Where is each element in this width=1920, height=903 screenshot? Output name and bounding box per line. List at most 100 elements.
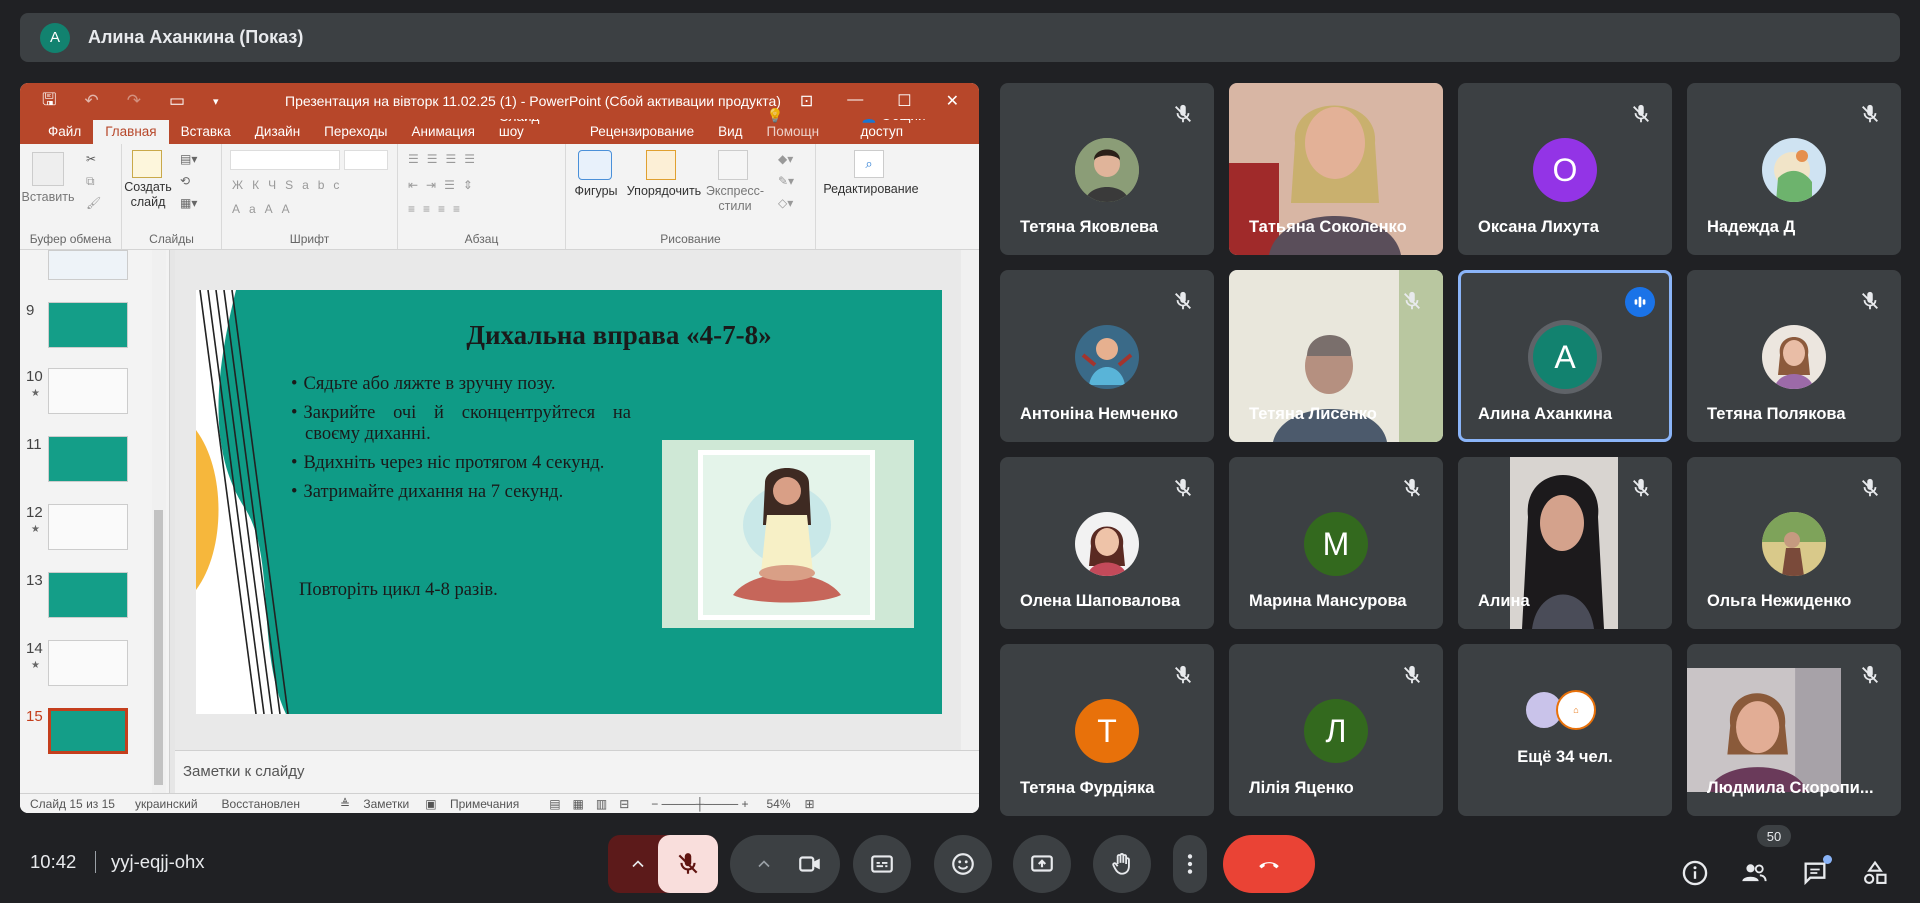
- emoji-icon: [952, 853, 974, 875]
- close-icon: ✕: [945, 93, 959, 110]
- cut-icon: ✂: [86, 152, 97, 166]
- participant-name: Лілія Яценко: [1249, 779, 1354, 797]
- participant-tile[interactable]: О Оксана Лихута: [1458, 83, 1672, 255]
- meeting-controls-bar: 10:42 yyj-eqjj-ohx 50: [0, 813, 1920, 903]
- mic-off-icon: [1175, 665, 1191, 684]
- participant-tile[interactable]: Тетяна Лисенко: [1229, 270, 1443, 442]
- slide-bullet: Сядьте або ляжте в зручну позу.: [291, 374, 631, 395]
- thumbnail-number: 11: [26, 436, 42, 453]
- font-color-icons: AaAA: [232, 202, 299, 216]
- participant-name: Ольга Нежиденко: [1707, 592, 1852, 610]
- reactions-button[interactable]: [934, 835, 992, 893]
- layout-icon: ▤▾: [180, 152, 198, 166]
- microphone-toggle-button[interactable]: [658, 835, 718, 893]
- font-format-icons: ЖКЧSabc: [232, 178, 349, 192]
- participant-avatar: О: [1533, 138, 1597, 202]
- animation-star-icon: ★: [31, 388, 40, 399]
- participant-name: Оксана Лихута: [1478, 218, 1599, 236]
- end-call-icon: [1259, 862, 1279, 869]
- quick-styles-button: Экспресс-: [705, 184, 765, 198]
- participant-name: Тетяна Яковлева: [1020, 218, 1159, 236]
- camera-toggle-button[interactable]: [780, 835, 840, 893]
- participant-tile[interactable]: Алина: [1458, 457, 1672, 629]
- mic-off-icon: [1175, 104, 1191, 123]
- presenter-banner: А Алина Аханкина (Показ): [20, 13, 1900, 62]
- thumbnail-number: 9: [26, 302, 35, 319]
- activities-icon[interactable]: [1861, 859, 1889, 887]
- menu-help: 💡 Помощн: [766, 108, 820, 139]
- slide-thumbnail: [48, 640, 128, 686]
- participant-tile[interactable]: Антоніна Немченко: [1000, 270, 1214, 442]
- meeting-clock: 10:42: [30, 851, 77, 872]
- hand-icon: [1112, 853, 1130, 875]
- editing-button: Редактирование: [823, 182, 919, 196]
- participant-avatar: [1075, 512, 1139, 576]
- participant-avatar: [1762, 325, 1826, 389]
- meeting-info-icon[interactable]: [1681, 859, 1709, 887]
- slide-bullet: Вдихніть через ніс протягом 4 секунд.: [291, 453, 631, 474]
- participant-avatar: Л: [1304, 699, 1368, 763]
- menu-review: Рецензирование: [589, 124, 695, 139]
- participant-tile[interactable]: М Марина Мансурова: [1229, 457, 1443, 629]
- status-notes: ≜ Заметки: [339, 796, 410, 811]
- paste-button: Вставить: [21, 190, 75, 204]
- participant-tile-active-speaker[interactable]: А Алина Аханкина: [1458, 270, 1672, 442]
- participant-name: Марина Мансурова: [1249, 592, 1407, 610]
- participant-name: Надежда Д: [1707, 218, 1796, 236]
- present-screen-button[interactable]: [1013, 835, 1071, 893]
- participant-name: Тетяна Полякова: [1707, 405, 1846, 423]
- chevron-up-icon: [758, 860, 770, 868]
- more-participants-tile[interactable]: ⌂ Ещё 34 чел.: [1458, 644, 1672, 816]
- current-slide: Дихальна вправа «4-7-8» Сядьте або ляжте…: [196, 290, 942, 714]
- participant-tile[interactable]: Тетяна Полякова: [1687, 270, 1901, 442]
- slide-thumbnail: [48, 250, 128, 280]
- copy-icon: ⧉: [86, 174, 95, 188]
- shape-outline-icon: ✎▾: [778, 174, 795, 188]
- mic-off-icon: [1404, 665, 1420, 684]
- save-icon: 🖫: [42, 89, 57, 109]
- slide-thumbnail: [48, 504, 128, 550]
- ppt-menu-bar: Файл Главная Вставка Дизайн Переходы Ани…: [20, 108, 979, 144]
- mic-off-icon: [678, 853, 698, 874]
- thumbnail-number: 15: [26, 708, 43, 725]
- mic-off-icon: [1862, 104, 1878, 123]
- slide-bullet-list: Сядьте або ляжте в зручну позу. Закрийте…: [291, 374, 631, 511]
- participant-tile[interactable]: Людмила Скоропи...: [1687, 644, 1901, 816]
- slide-thumbnail-selected: [48, 708, 128, 754]
- participant-tile[interactable]: Ольга Нежиденко: [1687, 457, 1901, 629]
- participant-tile[interactable]: Олена Шаповалова: [1000, 457, 1214, 629]
- participant-avatar: [1762, 138, 1826, 202]
- redo-icon: ↷: [126, 91, 141, 110]
- slide-footer-text: Повторіть цикл 4-8 разів.: [299, 580, 498, 600]
- shapes-button: Фигуры: [574, 184, 618, 198]
- slide-bullet: Затримайте дихання на 7 секунд.: [291, 482, 631, 503]
- raise-hand-button[interactable]: [1093, 835, 1151, 893]
- participant-tile[interactable]: Л Лілія Яценко: [1229, 644, 1443, 816]
- slide-title: Дихальна вправа «4-7-8»: [466, 320, 772, 350]
- shape-effects-icon: ◇▾: [778, 196, 794, 210]
- format-painter-icon: 🖌: [86, 196, 102, 210]
- quick-access-dropdown-icon: ▾: [213, 95, 219, 108]
- participant-tile[interactable]: Татьяна Соколенко: [1229, 83, 1443, 255]
- status-zoom: 54%: [766, 796, 791, 811]
- mic-off-icon: [1404, 291, 1420, 310]
- participant-avatar: [1075, 138, 1139, 202]
- mic-off-icon: [1175, 291, 1191, 310]
- slide-thumbnail: [48, 302, 128, 348]
- captions-button[interactable]: [853, 835, 911, 893]
- quick-styles-icon: [718, 150, 748, 180]
- more-options-button[interactable]: [1173, 835, 1207, 893]
- participant-tile[interactable]: Т Тетяна Фурдіяка: [1000, 644, 1214, 816]
- participant-tile[interactable]: Надежда Д: [1687, 83, 1901, 255]
- participant-tile[interactable]: Тетяна Яковлева: [1000, 83, 1214, 255]
- paste-icon: [32, 152, 64, 186]
- leave-call-button[interactable]: [1223, 835, 1315, 893]
- minimize-icon: —: [847, 91, 864, 108]
- ribbon-group-slides: Создать слайд ▤▾ ⟲ ▦▾ Слайды: [122, 144, 222, 249]
- presenter-avatar: А: [40, 22, 70, 53]
- chevron-up-icon: [632, 860, 644, 868]
- people-icon[interactable]: [1740, 859, 1768, 887]
- participant-avatar: ⌂: [1556, 690, 1596, 730]
- mic-off-icon: [1404, 478, 1420, 497]
- slide-decoration: [196, 290, 289, 714]
